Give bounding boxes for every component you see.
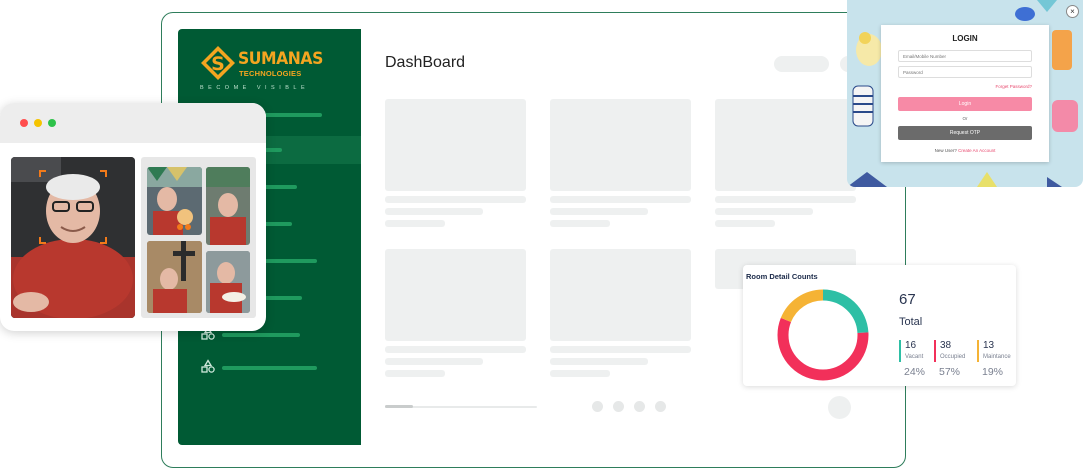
stat-label: Occupied (940, 354, 966, 360)
stat-label: Maintance (983, 354, 1011, 360)
text-placeholder (550, 220, 610, 227)
brand-subtitle: TECHNOLOGIES (239, 69, 302, 78)
stat-color-bar (934, 340, 936, 362)
pagination-dot[interactable] (655, 401, 666, 412)
login-title: LOGIN (952, 34, 978, 43)
text-placeholder (550, 358, 648, 365)
brand-tagline: BECOME VISIBLE (200, 85, 310, 91)
header-pill-placeholder[interactable] (774, 56, 829, 72)
login-button[interactable]: Login (898, 97, 1032, 111)
pagination-dot[interactable] (592, 401, 603, 412)
stat-label: Vacant (905, 354, 924, 360)
card-placeholder (385, 249, 526, 341)
text-placeholder (715, 208, 813, 215)
forgot-password-link[interactable]: Forget Password? (995, 84, 1032, 89)
text-placeholder (385, 358, 483, 365)
stat-percent: 24% (904, 366, 926, 378)
photo-gallery (141, 157, 256, 318)
gallery-thumb[interactable] (206, 167, 250, 245)
new-user-label: New User? (934, 148, 957, 153)
room-donut-chart (777, 289, 869, 381)
request-otp-button[interactable]: Request OTP (898, 126, 1032, 140)
text-placeholder (385, 196, 526, 203)
gallery-thumb[interactable] (147, 167, 202, 235)
text-placeholder (385, 220, 445, 227)
card-placeholder (385, 99, 526, 191)
new-user-row: New User? Create An Account (881, 148, 1049, 153)
text-placeholder (385, 208, 483, 215)
sidebar-item-8[interactable] (200, 357, 350, 379)
pagination-dot[interactable] (613, 401, 624, 412)
stat-color-bar (899, 340, 901, 362)
face-recognition-window (0, 103, 266, 331)
room-total-label: Total (899, 316, 923, 328)
shapes-icon (201, 359, 215, 373)
maximize-dot-icon[interactable] (48, 119, 56, 127)
pagination-dot[interactable] (634, 401, 645, 412)
or-divider: Or (962, 116, 968, 121)
text-placeholder (715, 220, 775, 227)
stat-count: 38 (940, 340, 952, 351)
text-placeholder (550, 370, 610, 377)
stat-maintenance: 13 Maintance (977, 340, 1017, 366)
create-account-link[interactable]: Create An Account (958, 148, 995, 153)
card-placeholder (550, 249, 691, 341)
text-placeholder (550, 196, 691, 203)
composite-stage: S SUMANAS TECHNOLOGIES BECOME VISIBLE Da… (0, 0, 1083, 468)
brand-name: SUMANAS (238, 49, 323, 69)
brand-logo[interactable]: S SUMANAS TECHNOLOGIES BECOME VISIBLE (200, 45, 323, 95)
minimize-dot-icon[interactable] (34, 119, 42, 127)
text-placeholder (550, 346, 691, 353)
close-icon[interactable]: × (1066, 5, 1079, 18)
text-placeholder (385, 370, 445, 377)
room-detail-card: Room Detail Counts 67 Total 16 Vacant 38… (743, 265, 1016, 386)
email-input[interactable] (898, 50, 1032, 62)
stat-vacant: 16 Vacant (899, 340, 939, 366)
page-title: DashBoard (385, 54, 466, 71)
card-placeholder (715, 99, 856, 191)
text-placeholder (550, 208, 648, 215)
login-card: LOGIN Forget Password? Login Or Request … (881, 25, 1049, 162)
svg-text:S: S (211, 53, 225, 75)
face-photo (11, 157, 135, 318)
room-card-title: Room Detail Counts (746, 272, 818, 281)
stat-occupied: 38 Occupied (934, 340, 974, 366)
window-titlebar (0, 103, 266, 143)
portrait-illustration (11, 157, 135, 318)
stat-count: 16 (905, 340, 917, 351)
progress-fill (385, 405, 413, 408)
gallery-thumb[interactable] (206, 251, 250, 313)
gallery-thumb[interactable] (147, 241, 202, 313)
logo-mark-icon: S (201, 46, 235, 80)
room-total-count: 67 (899, 291, 916, 308)
password-input[interactable] (898, 66, 1032, 78)
action-circle-placeholder[interactable] (828, 396, 851, 419)
stat-percent: 19% (982, 366, 1004, 378)
close-dot-icon[interactable] (20, 119, 28, 127)
stat-percent: 57% (939, 366, 961, 378)
stat-color-bar (977, 340, 979, 362)
login-popup: × LOGIN Forget Password? Login Or Reques… (847, 0, 1083, 187)
card-placeholder (550, 99, 691, 191)
text-placeholder (715, 196, 856, 203)
dashboard-window: S SUMANAS TECHNOLOGIES BECOME VISIBLE Da… (161, 12, 906, 468)
text-placeholder (385, 346, 526, 353)
stat-count: 13 (983, 340, 995, 351)
